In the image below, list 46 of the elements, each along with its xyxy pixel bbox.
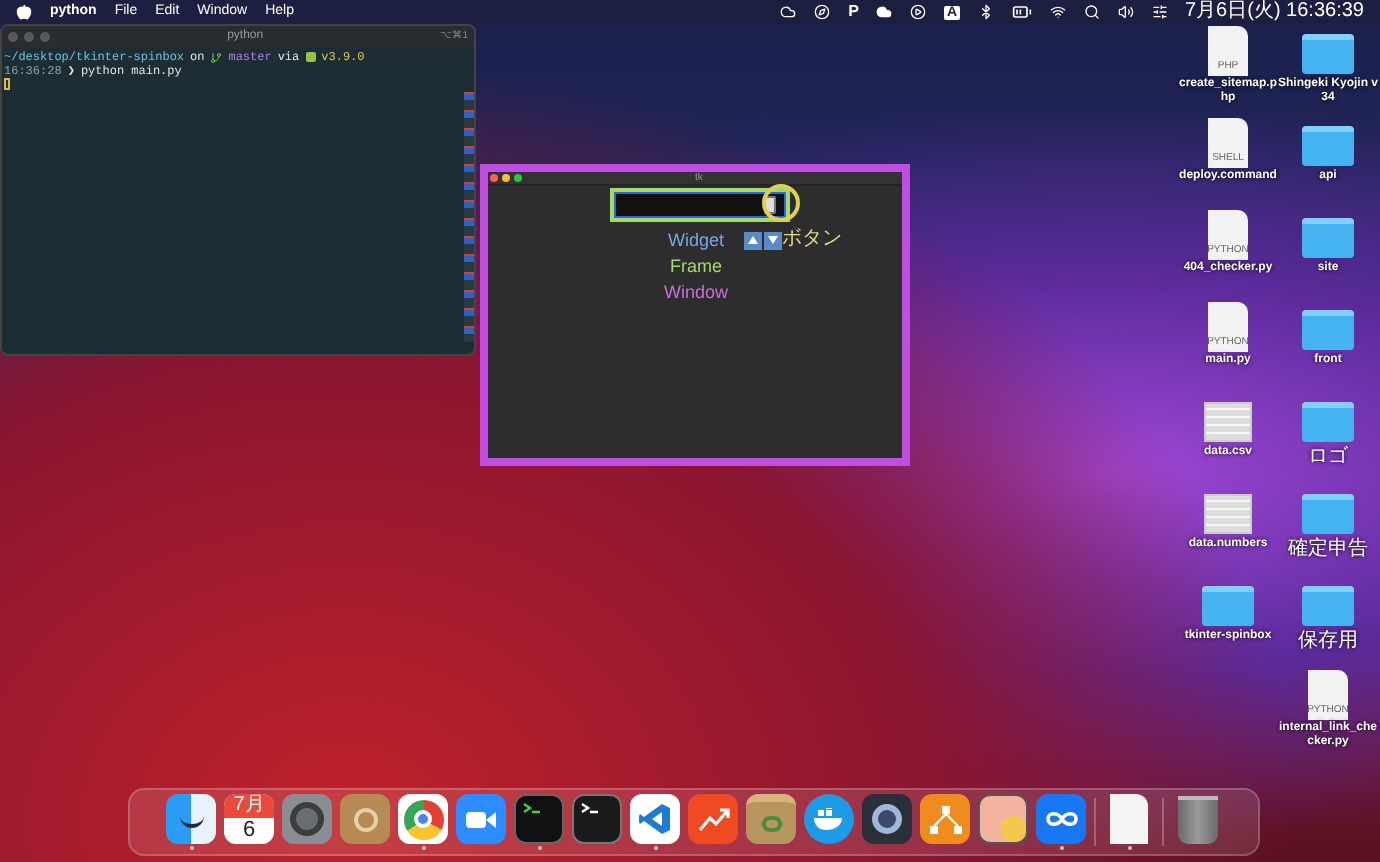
clock[interactable]: 7月6日(火) 16:36:39 bbox=[1185, 2, 1364, 22]
color-label: Widget bbox=[665, 228, 726, 252]
battery-icon[interactable] bbox=[1011, 2, 1031, 22]
finder-face-icon[interactable] bbox=[166, 794, 216, 844]
up-arrow-icon[interactable] bbox=[744, 231, 762, 249]
calendar-month: 7月 bbox=[224, 794, 274, 818]
python-icon bbox=[305, 52, 316, 62]
flowchart-icon[interactable] bbox=[920, 794, 970, 844]
close-icon[interactable] bbox=[490, 174, 498, 182]
infinity-icon[interactable] bbox=[1036, 794, 1086, 844]
wifi-icon[interactable] bbox=[1049, 4, 1065, 20]
search-icon[interactable] bbox=[1083, 4, 1099, 20]
branch-icon bbox=[210, 51, 223, 63]
minimize-icon[interactable] bbox=[502, 174, 510, 182]
video-camera-icon[interactable] bbox=[456, 794, 506, 844]
file-name: 保存用 bbox=[1298, 630, 1358, 652]
spinbox-field[interactable] bbox=[614, 192, 786, 218]
contacts-book-icon[interactable] bbox=[340, 794, 390, 844]
zoom-icon[interactable] bbox=[514, 174, 522, 182]
color-label: Frame bbox=[667, 254, 724, 278]
control-center-icon[interactable] bbox=[1151, 4, 1167, 20]
magnifier-q-icon[interactable] bbox=[862, 794, 912, 844]
cloud-icon[interactable] bbox=[780, 4, 797, 20]
apple-icon[interactable] bbox=[16, 4, 32, 20]
file-name: ロゴ bbox=[1308, 446, 1348, 468]
cloud-icon[interactable] bbox=[876, 4, 893, 20]
status-item[interactable]: P bbox=[848, 0, 859, 24]
text-cursor bbox=[4, 78, 10, 90]
gear-icon[interactable] bbox=[282, 794, 332, 844]
compass-icon[interactable] bbox=[814, 4, 831, 20]
color-label: Window bbox=[661, 280, 730, 304]
button-label: ボタン bbox=[782, 228, 842, 252]
terminal-icon[interactable] bbox=[514, 794, 564, 844]
bluetooth-icon[interactable] bbox=[977, 4, 993, 20]
archive-box-icon[interactable] bbox=[746, 794, 796, 844]
trash-icon[interactable] bbox=[1177, 795, 1217, 843]
file-name: 確定申告 bbox=[1288, 538, 1368, 560]
terminal-icon[interactable] bbox=[572, 794, 622, 844]
play-icon[interactable] bbox=[910, 4, 927, 20]
calendar-day: 6 bbox=[242, 818, 256, 844]
browser-ring-icon[interactable] bbox=[398, 794, 448, 844]
down-arrow-icon[interactable] bbox=[764, 231, 782, 249]
calendar-icon[interactable]: 7月 6 bbox=[224, 794, 274, 844]
code-editor-icon[interactable] bbox=[630, 794, 680, 844]
pill-card-icon[interactable] bbox=[978, 794, 1028, 844]
volume-icon[interactable] bbox=[1117, 4, 1133, 20]
